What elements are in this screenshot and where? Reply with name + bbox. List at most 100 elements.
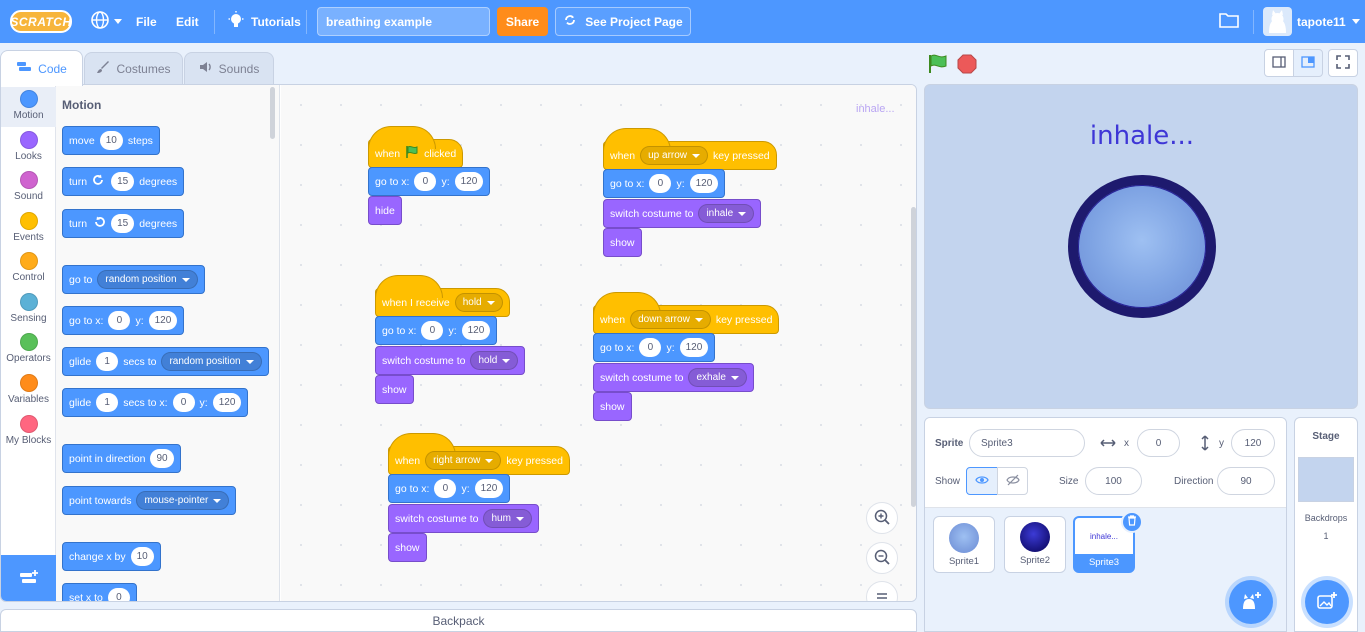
y-input[interactable]: 120 [689,174,719,193]
category-variables[interactable]: Variables [1,371,56,411]
category-looks[interactable]: Looks [1,128,56,168]
project-title-input[interactable] [317,7,490,36]
x-input[interactable]: 0 [172,393,195,412]
zoom-in-button[interactable] [866,502,898,534]
share-button[interactable]: Share [497,7,548,36]
category-control[interactable]: Control [1,249,56,289]
show-hidden-button[interactable] [997,467,1028,495]
target-dropdown[interactable]: mouse-pointer [136,491,230,510]
turn-left-block[interactable]: turn 15 degrees [62,209,185,238]
target-dropdown[interactable]: random position [161,352,262,371]
go-to-xy-block[interactable]: go to x: 0 y: 120 [388,474,511,503]
steps-input[interactable]: 10 [99,131,123,150]
my-stuff-button[interactable] [1219,0,1239,43]
set-x-block[interactable]: set x to 0 [62,583,137,601]
x-input[interactable]: 0 [414,172,437,191]
zoom-reset-button[interactable] [866,581,898,601]
x-input[interactable]: 10 [130,547,154,566]
show-visible-button[interactable] [966,467,998,495]
category-events[interactable]: Events [1,209,56,249]
y-input[interactable]: 120 [679,338,709,357]
x-input[interactable]: 0 [108,311,131,330]
message-dropdown[interactable]: hold [454,293,503,312]
y-input[interactable]: 120 [474,479,504,498]
category-operators[interactable]: Operators [1,330,56,370]
sprite-thumbnail[interactable]: Sprite1 [933,516,995,573]
delete-sprite-button[interactable] [1121,511,1143,533]
when-key-pressed-block[interactable]: when down arrow key pressed [593,292,780,334]
stage-canvas[interactable]: inhale... [924,84,1358,409]
go-to-xy-block[interactable]: go to x: 0 y: 120 [593,333,716,362]
y-input[interactable]: 120 [148,311,178,330]
switch-costume-block[interactable]: switch costume to hold [375,346,526,375]
palette-scrollbar[interactable] [270,87,275,139]
y-input[interactable]: 120 [212,393,242,412]
y-input[interactable]: 120 [454,172,484,191]
x-input[interactable]: 0 [421,321,444,340]
script-workspace[interactable]: inhale... when clicked go to x: 0 y: 120… [281,85,916,601]
x-input[interactable]: 0 [639,338,662,357]
scratch-logo[interactable]: SCRATCH [10,10,72,33]
normal-stage-button[interactable] [1293,49,1323,77]
category-motion[interactable]: Motion [1,87,56,127]
show-block[interactable]: show [593,392,632,421]
show-block[interactable]: show [388,533,427,562]
add-extension-button[interactable] [1,555,56,601]
category-sensing[interactable]: Sensing [1,290,56,330]
degrees-input[interactable]: 15 [111,214,135,233]
turn-right-block[interactable]: turn 15 degrees [62,167,185,196]
category-my-blocks[interactable]: My Blocks [1,412,56,452]
when-i-receive-block[interactable]: when I receive hold [375,275,510,317]
x-position-field[interactable]: 0 [1137,429,1180,457]
stop-button[interactable] [957,54,977,77]
costume-dropdown[interactable]: hum [483,509,532,528]
when-key-pressed-block[interactable]: when up arrow key pressed [603,128,777,170]
costume-dropdown[interactable]: exhale [688,368,747,387]
zoom-out-button[interactable] [866,542,898,574]
x-input[interactable]: 0 [434,479,457,498]
language-menu[interactable] [90,0,122,43]
show-block[interactable]: show [603,228,642,257]
see-project-page-button[interactable]: See Project Page [555,7,691,36]
stage-target-pane[interactable]: Stage Backdrops 1 [1294,417,1358,632]
category-sound[interactable]: Sound [1,168,56,208]
secs-input[interactable]: 1 [96,393,119,412]
backpack[interactable]: Backpack [0,609,917,632]
choose-sprite-button[interactable] [1229,580,1273,624]
x-input[interactable]: 0 [649,174,672,193]
costume-dropdown[interactable]: hold [470,351,519,370]
avatar[interactable] [1263,7,1292,36]
costume-dropdown[interactable]: inhale [698,204,755,223]
edit-menu[interactable]: Edit [176,0,199,43]
tutorials-button[interactable]: Tutorials [228,0,301,43]
switch-costume-block[interactable]: switch costume to exhale [593,363,754,392]
choose-backdrop-button[interactable] [1305,580,1349,624]
point-in-direction-block[interactable]: point in direction 90 [62,444,181,473]
go-to-xy-block[interactable]: go to x: 0 y: 120 [603,169,726,198]
go-to-xy-block[interactable]: go to x: 0 y: 120 [375,316,498,345]
workspace-scrollbar[interactable] [911,207,916,507]
glide-block[interactable]: glide 1 secs to random position [62,347,269,376]
key-dropdown[interactable]: up arrow [640,146,709,165]
switch-costume-block[interactable]: switch costume to hum [388,504,539,533]
account-menu[interactable]: tapote11 [1297,0,1360,43]
move-steps-block[interactable]: move 10 steps [62,126,160,155]
glide-xy-block[interactable]: glide 1 secs to x: 0 y: 120 [62,388,249,417]
y-position-field[interactable]: 120 [1231,429,1275,457]
y-input[interactable]: 120 [461,321,491,340]
degrees-input[interactable]: 15 [111,172,135,191]
small-stage-button[interactable] [1264,49,1294,77]
go-to-block[interactable]: go to random position [62,265,205,294]
go-to-xy-block[interactable]: go to x: 0 y: 120 [62,306,185,335]
direction-input[interactable]: 90 [150,449,174,468]
key-dropdown[interactable]: down arrow [630,310,711,329]
direction-field[interactable]: 90 [1217,467,1275,495]
switch-costume-block[interactable]: switch costume to inhale [603,199,762,228]
green-flag-button[interactable] [926,52,950,79]
show-block[interactable]: show [375,375,414,404]
target-dropdown[interactable]: random position [97,270,198,289]
change-x-block[interactable]: change x by 10 [62,542,161,571]
key-dropdown[interactable]: right arrow [425,451,502,470]
tab-costumes[interactable]: Costumes [84,52,183,84]
sprite-name-field[interactable]: Sprite3 [969,429,1085,457]
